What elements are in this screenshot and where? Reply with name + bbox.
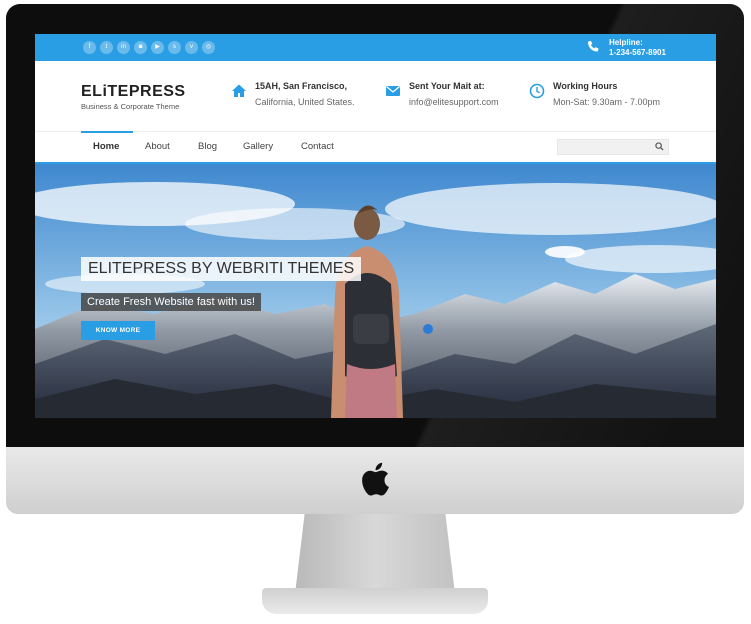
social-links: f t in ◙ ▶ s v ◎ <box>83 41 215 54</box>
hero-slider: ELITEPRESS BY WEBRITI THEMES Create Fres… <box>35 164 716 418</box>
nav-contact[interactable]: Contact <box>301 141 334 152</box>
imac-stand-foot <box>262 588 488 614</box>
instagram-icon[interactable]: ◙ <box>134 41 147 54</box>
envelope-icon <box>386 86 400 96</box>
search-input[interactable] <box>557 139 669 155</box>
hero-title: ELITEPRESS BY WEBRITI THEMES <box>81 257 362 281</box>
main-nav: Home About Blog Gallery Contact <box>35 131 716 165</box>
search-icon[interactable] <box>655 142 664 151</box>
mail-address[interactable]: info@elitesupport.com <box>409 97 499 107</box>
clock-icon <box>529 83 545 99</box>
linkedin-icon[interactable]: in <box>117 41 130 54</box>
hero-subtitle: Create Fresh Website fast with us! <box>81 293 261 311</box>
nav-gallery[interactable]: Gallery <box>243 141 273 152</box>
know-more-button[interactable]: KNOW MORE <box>81 321 155 340</box>
site-header: ELiTEPRESS Business & Corporate Theme 15… <box>35 61 716 131</box>
top-bar: f t in ◙ ▶ s v ◎ Helpline: 1-234-567-8901 <box>35 34 716 61</box>
address-title: 15AH, San Francisco, <box>255 81 348 91</box>
home-icon <box>232 84 246 97</box>
hours-sub: Mon-Sat: 9.30am - 7.00pm <box>553 97 661 107</box>
nav-blog[interactable]: Blog <box>198 141 217 152</box>
skype-icon[interactable]: s <box>168 41 181 54</box>
imac-stand-neck <box>295 514 455 594</box>
imac-screen: f t in ◙ ▶ s v ◎ Helpline: 1-234-567-8901 ELiTE… <box>35 34 716 418</box>
site-tagline: Business & Corporate Theme <box>81 102 180 111</box>
nav-about[interactable]: About <box>145 141 170 152</box>
mail-title: Sent Your Mait at: <box>409 81 485 91</box>
hero-background-image <box>35 164 716 418</box>
active-indicator <box>81 131 133 133</box>
vimeo-icon[interactable]: v <box>185 41 198 54</box>
nav-home[interactable]: Home <box>93 141 119 152</box>
helpline: Helpline: 1-234-567-8901 <box>609 38 666 58</box>
youtube-icon[interactable]: ▶ <box>151 41 164 54</box>
address-sub: California, United States. <box>255 97 355 107</box>
helpline-label: Helpline: <box>609 38 643 47</box>
helpline-number[interactable]: 1-234-567-8901 <box>609 48 666 58</box>
twitter-icon[interactable]: t <box>100 41 113 54</box>
hours-title: Working Hours <box>553 81 618 91</box>
apple-logo-icon <box>362 462 389 496</box>
facebook-icon[interactable]: f <box>83 41 96 54</box>
site-logo[interactable]: ELiTEPRESS <box>81 83 186 101</box>
dribbble-icon[interactable]: ◎ <box>202 41 215 54</box>
phone-icon <box>587 40 599 52</box>
